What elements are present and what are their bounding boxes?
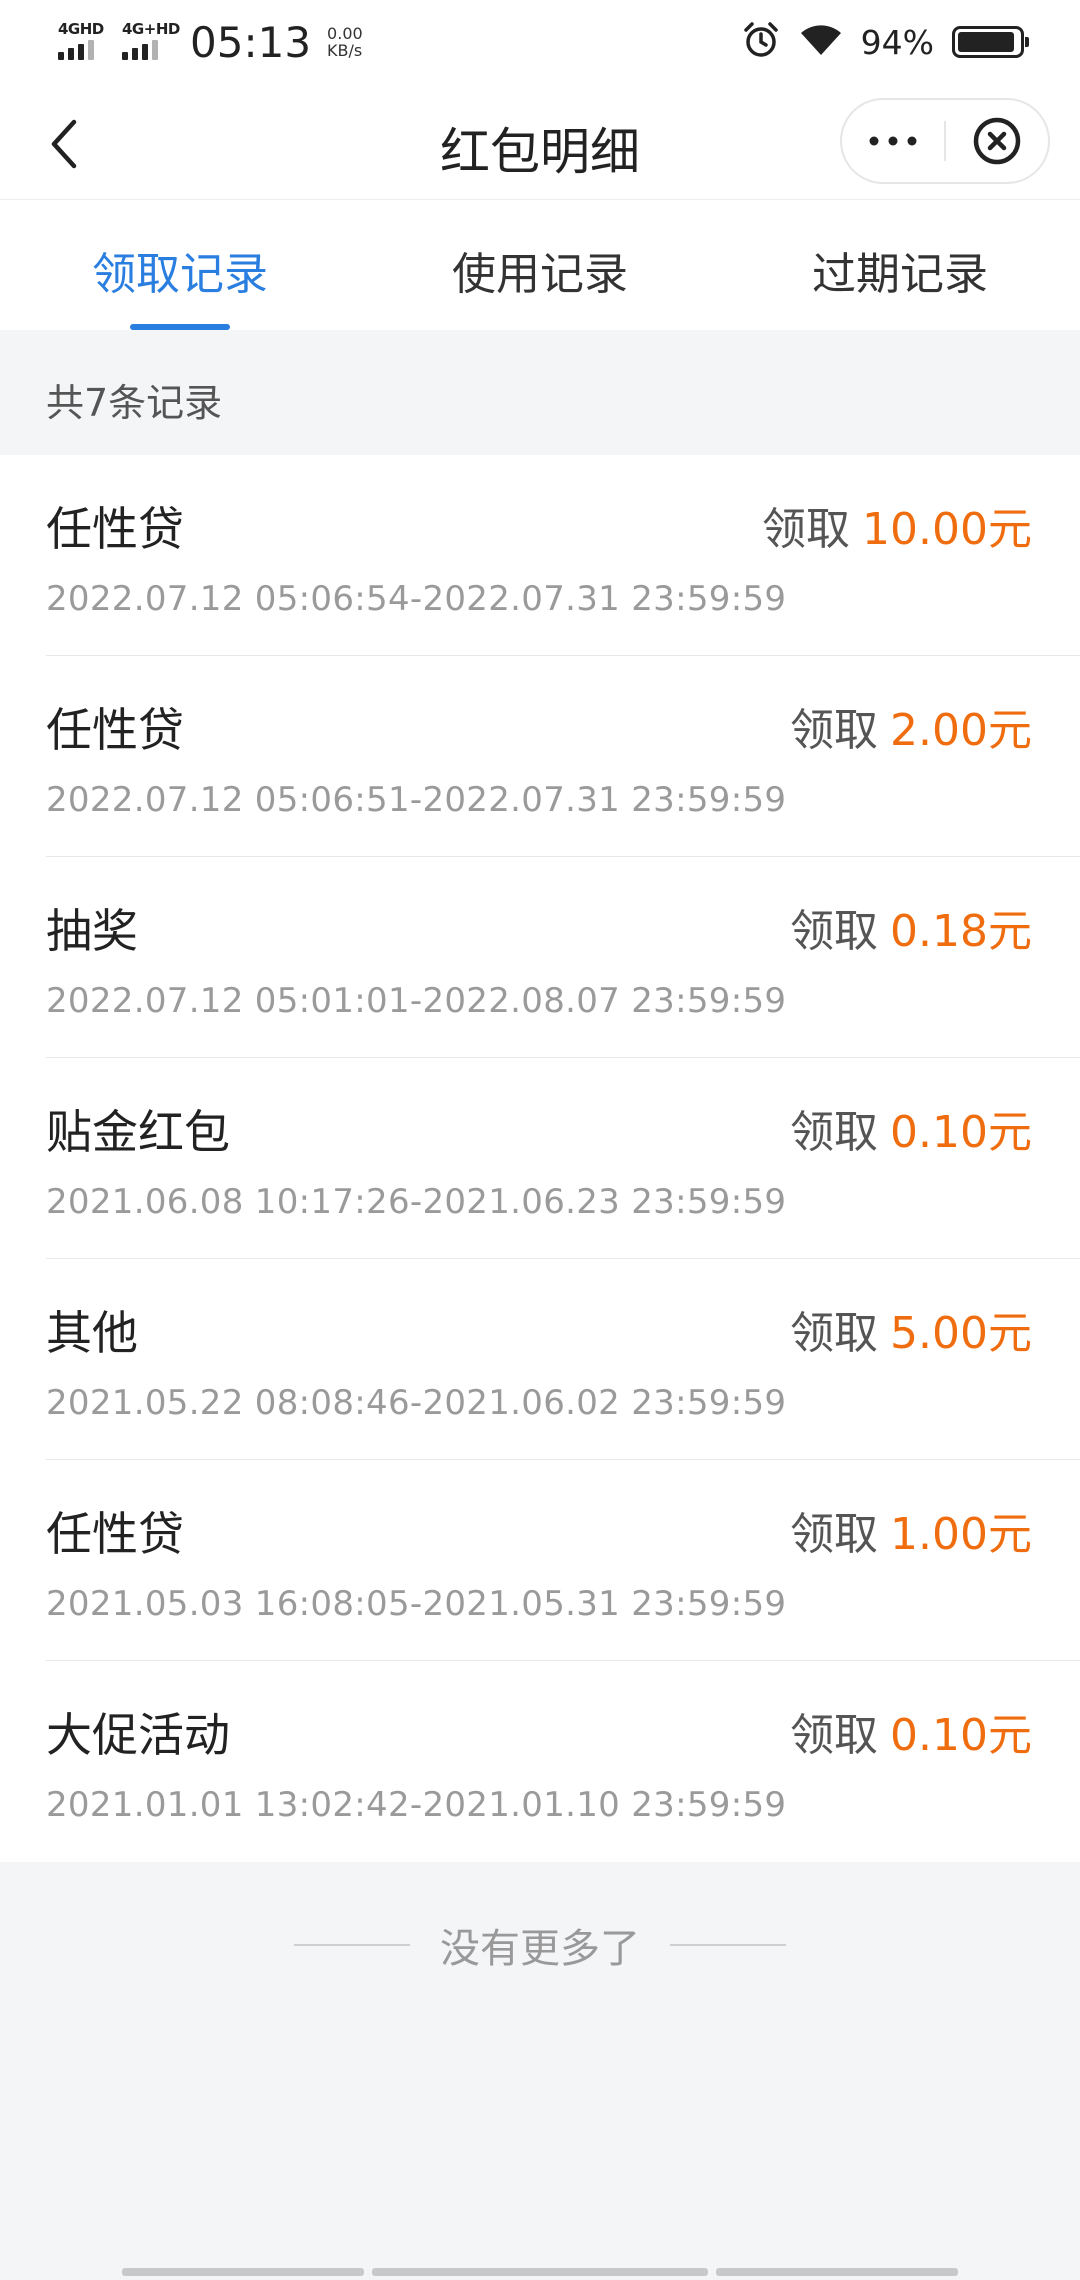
list-item[interactable]: 任性贷 领取 2.00元 2022.07.12 05:06:51-2022.07.… [0,656,1080,857]
record-amount: 2.00元 [890,705,1032,756]
record-action: 领取 [790,1308,879,1359]
battery-level-fill [958,32,1015,52]
record-action: 领取 [790,705,879,756]
record-amount-group: 领取 5.00元 [790,1297,1032,1361]
status-bar-right: 94% [741,20,1029,64]
record-validity: 2022.07.12 05:01:01-2022.08.07 23:59:59 [46,981,787,1021]
list-item[interactable]: 贴金红包 领取 0.10元 2021.06.08 10:17:26-2021.06… [0,1058,1080,1259]
network-speed-value: 0.00 [327,24,363,43]
record-action: 领取 [790,1107,879,1158]
record-amount: 10.00元 [862,504,1032,555]
record-amount-group: 领取 1.00元 [790,1498,1032,1562]
record-validity: 2022.07.12 05:06:51-2022.07.31 23:59:59 [46,780,787,820]
record-amount: 0.18元 [890,906,1032,957]
sim1-network-label: 4GHD [58,20,104,38]
alarm-icon [741,20,781,64]
record-amount-group: 领取 2.00元 [790,694,1032,758]
gesture-bar [0,2268,1080,2280]
signal-sim2-icon: 4G+HD [122,20,180,64]
list-item[interactable]: 抽奖 领取 0.18元 2022.07.12 05:01:01-2022.08.0… [0,857,1080,1058]
record-amount: 5.00元 [890,1308,1032,1359]
record-validity: 2021.05.03 16:08:05-2021.05.31 23:59:59 [46,1584,787,1624]
footer-line-left [294,1944,410,1946]
tab-label: 领取记录 [92,249,268,300]
record-action: 领取 [790,1509,879,1560]
tab-label: 使用记录 [452,249,628,300]
record-validity: 2021.01.01 13:02:42-2021.01.10 23:59:59 [46,1785,787,1825]
record-amount-group: 领取 0.10元 [790,1096,1032,1160]
footer-line-right [670,1944,786,1946]
record-name: 任性贷 [46,1507,184,1561]
no-more-footer: 没有更多了 [0,1900,1080,1990]
record-count: 共7条记录 [0,330,1080,455]
record-validity: 2021.05.22 08:08:46-2021.06.02 23:59:59 [46,1383,787,1423]
record-amount-group: 领取 10.00元 [762,493,1032,557]
sim2-network-label: 4G+HD [122,20,180,38]
battery-percentage: 94% [860,22,934,62]
record-name: 大促活动 [46,1708,230,1762]
status-bar: 4GHD 4G+HD 05:13 0.00 KB/s 94% [0,0,1080,84]
record-name: 任性贷 [46,502,184,556]
list-item[interactable]: 大促活动 领取 0.10元 2021.01.01 13:02:42-2021.01… [0,1661,1080,1862]
navigation-bar: 红包明细 [0,84,1080,200]
close-button[interactable] [946,100,1048,182]
list-item[interactable]: 任性贷 领取 10.00元 2022.07.12 05:06:54-2022.07… [0,455,1080,656]
battery-icon [952,26,1029,58]
status-bar-left: 4GHD 4G+HD 05:13 0.00 KB/s [58,18,363,67]
mini-program-capsule [840,98,1050,184]
no-more-text: 没有更多了 [440,1926,640,1972]
record-name: 任性贷 [46,703,184,757]
signal-sim1-icon: 4GHD [58,20,108,64]
record-action: 领取 [762,504,851,555]
record-name: 抽奖 [46,904,138,958]
more-dots-icon [869,136,917,146]
record-name: 贴金红包 [46,1105,230,1159]
list-item[interactable]: 任性贷 领取 1.00元 2021.05.03 16:08:05-2021.05.… [0,1460,1080,1661]
record-amount: 1.00元 [890,1509,1032,1560]
tab-expired[interactable]: 过期记录 [720,200,1080,330]
more-button[interactable] [842,100,944,182]
record-validity: 2022.07.12 05:06:54-2022.07.31 23:59:59 [46,579,787,619]
list-item[interactable]: 其他 领取 5.00元 2021.05.22 08:08:46-2021.06.0… [0,1259,1080,1460]
record-tabs: 领取记录 使用记录 过期记录 [0,200,1080,330]
record-amount: 0.10元 [890,1107,1032,1158]
network-speed-unit: KB/s [327,41,363,60]
record-name: 其他 [46,1306,138,1360]
record-amount-group: 领取 0.18元 [790,895,1032,959]
wifi-icon [799,22,843,62]
record-list: 任性贷 领取 10.00元 2022.07.12 05:06:54-2022.07… [0,455,1080,1862]
record-amount-group: 领取 0.10元 [790,1699,1032,1763]
record-action: 领取 [790,1710,879,1761]
record-validity: 2021.06.08 10:17:26-2021.06.23 23:59:59 [46,1182,787,1222]
record-action: 领取 [790,906,879,957]
tab-label: 过期记录 [812,249,988,300]
close-circle-icon [973,117,1021,165]
record-amount: 0.10元 [890,1710,1032,1761]
network-speed: 0.00 KB/s [327,25,363,59]
tab-used[interactable]: 使用记录 [360,200,720,330]
status-time: 05:13 [190,17,312,67]
tab-received[interactable]: 领取记录 [0,200,360,330]
